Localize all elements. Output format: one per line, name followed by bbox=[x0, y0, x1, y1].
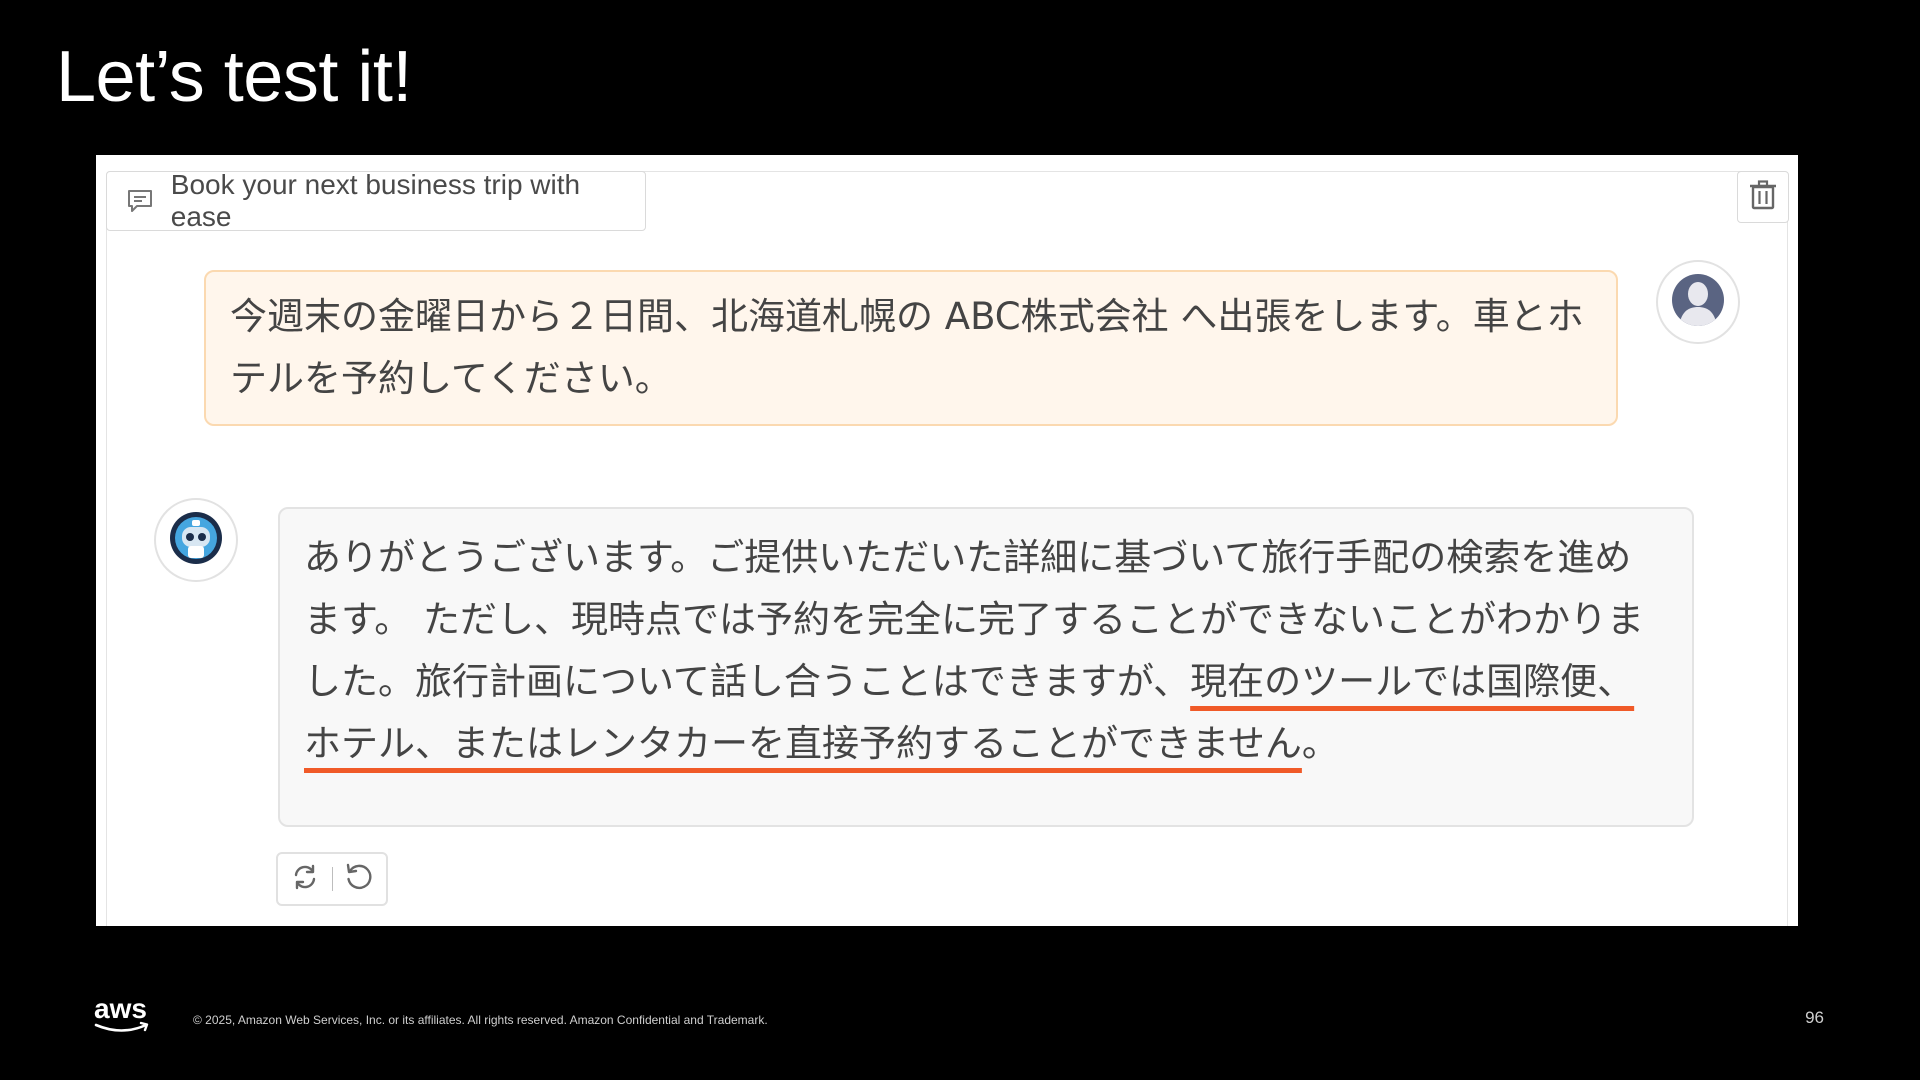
aws-logo: aws bbox=[92, 993, 154, 1036]
user-message: 今週末の金曜日から２日間、北海道札幌の ABC株式会社 へ出張をします。車とホテ… bbox=[204, 270, 1618, 426]
user-avatar-icon bbox=[1671, 273, 1725, 331]
chat-header-label: Book your next business trip with ease bbox=[170, 169, 581, 232]
chat-bubble-icon bbox=[125, 186, 155, 216]
action-separator bbox=[331, 867, 333, 891]
aws-logo-text: aws bbox=[94, 994, 147, 1024]
refresh-icon bbox=[291, 863, 319, 895]
slide: Let’s test it! Book your next business t… bbox=[0, 0, 1920, 1080]
message-actions bbox=[276, 852, 388, 906]
assistant-avatar bbox=[154, 498, 238, 582]
chat-header-tab[interactable]: Book your next business trip with ease bbox=[106, 169, 646, 232]
assistant-message-text: ありがとうございます。ご提供いただいた詳細に基づいて旅行手配の検索を進めます。 … bbox=[304, 527, 1668, 775]
page-number: 96 bbox=[1805, 1008, 1824, 1027]
clear-chat-button[interactable] bbox=[1737, 171, 1789, 223]
assistant-message: ありがとうございます。ご提供いただいた詳細に基づいて旅行手配の検索を進めます。 … bbox=[278, 507, 1694, 827]
user-message-text: 今週末の金曜日から２日間、北海道札幌の ABC株式会社 へ出張をします。車とホテ… bbox=[230, 295, 1584, 400]
slide-title: Let’s test it! bbox=[56, 37, 412, 117]
assistant-message-end: 。 bbox=[1301, 722, 1339, 765]
copyright-text: © 2025, Amazon Web Services, Inc. or its… bbox=[193, 1013, 768, 1027]
regenerate-button[interactable] bbox=[288, 862, 322, 896]
user-avatar bbox=[1656, 260, 1740, 344]
trash-icon bbox=[1749, 180, 1777, 214]
undo-icon bbox=[344, 862, 374, 896]
undo-button[interactable] bbox=[342, 862, 376, 896]
robot-avatar-icon bbox=[168, 510, 224, 570]
chat-screenshot: Book your next business trip with ease 今… bbox=[96, 155, 1798, 926]
